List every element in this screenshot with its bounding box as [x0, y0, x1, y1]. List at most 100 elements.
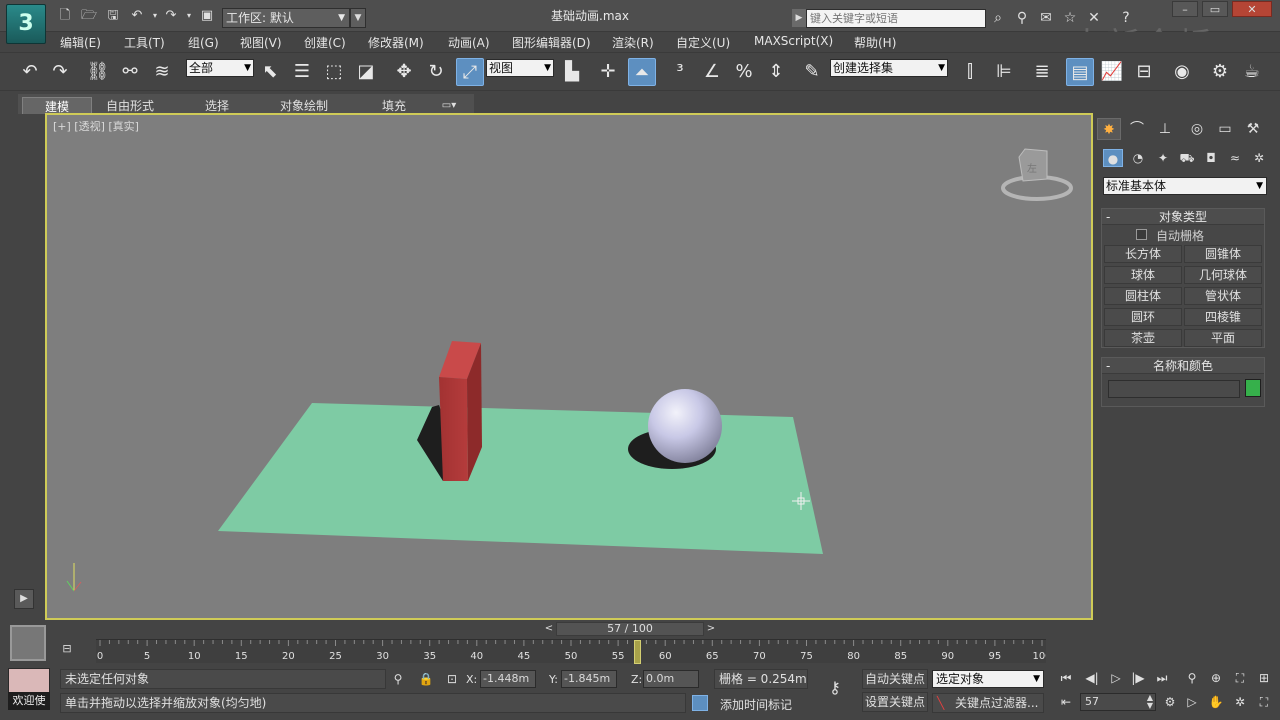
go-to-end-icon[interactable]: ⏭ [1152, 669, 1172, 687]
render-teapot-icon[interactable]: ☕ [1238, 58, 1266, 86]
maxscript-label[interactable]: 欢迎使 [8, 692, 50, 710]
workspace-menu-button[interactable]: ▼ [350, 8, 366, 28]
mini-curve-editor-icon[interactable]: ⊟ [58, 642, 76, 658]
create-panel-tab[interactable]: ✸ [1097, 118, 1121, 140]
absolute-mode-icon[interactable]: ⊡ [444, 671, 460, 687]
helpers-icon[interactable]: ◘ [1201, 149, 1221, 167]
perspective-viewport[interactable]: [+] [透视] [真实] 左 [47, 115, 1091, 618]
sphere-button[interactable]: 球体 [1104, 266, 1182, 284]
current-frame-field[interactable]: 57 ▲ ▼ [1080, 693, 1156, 711]
systems-icon[interactable]: ✲ [1249, 149, 1269, 167]
maximize-button[interactable]: ▭ [1202, 1, 1228, 17]
redo-icon[interactable]: ↷ [46, 58, 74, 86]
select-object-icon[interactable]: ⬉ [256, 58, 284, 86]
select-by-name-icon[interactable]: ☰ [288, 58, 316, 86]
curve-editor-icon[interactable]: 📈 [1098, 58, 1126, 86]
tube-button[interactable]: 管状体 [1184, 287, 1262, 305]
hierarchy-panel-tab[interactable]: ⊥ [1153, 118, 1177, 140]
teapot-button[interactable]: 茶壶 [1104, 329, 1182, 347]
menu-animation[interactable]: 动画(A) [448, 34, 490, 51]
menu-group[interactable]: 组(G) [188, 34, 219, 51]
field-of-view-icon[interactable]: ▷ [1182, 693, 1202, 711]
current-frame-marker[interactable] [633, 640, 641, 664]
set-key-icon[interactable]: ⚷ [818, 678, 852, 702]
key-mode-toggle-icon[interactable]: ⇤ [1056, 693, 1076, 711]
keyboard-shortcut-override-icon[interactable]: ⏶ [628, 58, 656, 86]
menu-tools[interactable]: 工具(T) [124, 34, 165, 51]
previous-frame-arrow[interactable]: < [543, 623, 555, 635]
menu-modifiers[interactable]: 修改器(M) [368, 34, 424, 51]
communication-icon[interactable]: ✉ [1036, 8, 1056, 28]
mirror-icon[interactable]: ⫿ [956, 58, 984, 86]
x-coordinate-field[interactable]: -1.448m [480, 670, 536, 688]
object-category-select[interactable]: 标准基本体 ▼ [1103, 177, 1267, 195]
cylinder-button[interactable]: 圆柱体 [1104, 287, 1182, 305]
zoom-all-icon[interactable]: ⊕ [1206, 669, 1226, 687]
maximize-viewport-icon[interactable]: ⛶ [1254, 693, 1274, 711]
display-panel-tab[interactable]: ▭ [1213, 118, 1237, 140]
object-color-swatch[interactable] [1245, 379, 1261, 397]
box-button[interactable]: 长方体 [1104, 245, 1182, 263]
scale-icon[interactable]: ⤢ [456, 58, 484, 86]
time-tag-icon[interactable] [692, 695, 708, 711]
render-setup-icon[interactable]: ⚙ [1206, 58, 1234, 86]
selection-filter-select[interactable]: 全部 ▼ [186, 59, 254, 77]
selection-lock-icon[interactable]: 🔒 [418, 671, 434, 687]
frame-spinner-icon[interactable]: ▲ ▼ [1147, 694, 1153, 710]
search-expand-button[interactable]: ▶ [792, 9, 806, 27]
redo-icon[interactable]: ↷ [162, 8, 180, 24]
motion-panel-tab[interactable]: ◎ [1185, 118, 1209, 140]
menu-help[interactable]: 帮助(H) [854, 34, 896, 51]
menu-create[interactable]: 创建(C) [304, 34, 346, 51]
previous-frame-icon[interactable]: ◀| [1082, 669, 1102, 687]
close-button[interactable]: ✕ [1232, 1, 1272, 17]
named-selection-set-select[interactable]: 创建选择集 ▼ [830, 59, 948, 77]
menu-graph-editors[interactable]: 图形编辑器(D) [512, 34, 591, 51]
next-frame-arrow[interactable]: > [705, 623, 717, 635]
scene-explorer-icon[interactable]: ▤ [1066, 58, 1094, 86]
time-configuration-icon[interactable]: ⚙ [1160, 693, 1180, 711]
object-type-rollout-header[interactable]: - 对象类型 [1102, 209, 1264, 225]
add-time-tag[interactable]: 添加时间标记 [720, 696, 792, 713]
zoom-icon[interactable]: ⚲ [1182, 669, 1202, 687]
new-file-icon[interactable]: 🗋 [56, 8, 74, 24]
undo-icon[interactable]: ↶ [128, 8, 146, 24]
rectangle-selection-icon[interactable]: ⬚ [320, 58, 348, 86]
window-crossing-icon[interactable]: ◪ [352, 58, 380, 86]
cameras-icon[interactable]: ⛟ [1177, 149, 1197, 167]
pivot-center-icon[interactable]: ▙ [558, 58, 586, 86]
material-editor-icon[interactable]: ◉ [1168, 58, 1196, 86]
menu-customize[interactable]: 自定义(U) [676, 34, 730, 51]
key-selection-set-select[interactable]: 选定对象 ▼ [932, 670, 1044, 688]
link-icon[interactable]: ⛓ [84, 58, 112, 86]
menu-views[interactable]: 视图(V) [240, 34, 282, 51]
schematic-view-icon[interactable]: ⊟ [1130, 58, 1158, 86]
zoom-extents-icon[interactable]: ⛶ [1230, 669, 1250, 687]
align-icon[interactable]: ⊫ [990, 58, 1018, 86]
mini-viewport-thumbnail[interactable] [10, 625, 46, 661]
save-file-icon[interactable]: 🖫 [104, 8, 122, 24]
go-to-start-icon[interactable]: ⏮ [1056, 669, 1076, 687]
plane-button[interactable]: 平面 [1184, 329, 1262, 347]
search-input[interactable] [806, 9, 986, 28]
torus-button[interactable]: 圆环 [1104, 308, 1182, 326]
spinner-snap-icon[interactable]: ⇕ [762, 58, 790, 86]
unlink-icon[interactable]: ⚯ [116, 58, 144, 86]
rotate-icon[interactable]: ↻ [422, 58, 450, 86]
box-object[interactable] [439, 377, 468, 481]
auto-key-button[interactable]: 自动关键点 [862, 669, 928, 689]
menu-rendering[interactable]: 渲染(R) [612, 34, 654, 51]
set-key-button[interactable]: 设置关键点 [862, 692, 928, 712]
redo-dropdown-icon[interactable]: ▾ [180, 8, 198, 24]
utilities-panel-tab[interactable]: ⚒ [1241, 118, 1265, 140]
app-menu-button[interactable]: 3 [6, 4, 46, 44]
binoculars-icon[interactable]: ⌕ [988, 8, 1008, 28]
undo-icon[interactable]: ↶ [16, 58, 44, 86]
next-frame-icon[interactable]: |▶ [1128, 669, 1148, 687]
play-icon[interactable]: ▷ [1106, 669, 1126, 687]
modify-panel-tab[interactable]: ⌒ [1125, 118, 1149, 140]
manipulate-icon[interactable]: ✛ [594, 58, 622, 86]
name-color-rollout-header[interactable]: - 名称和颜色 [1102, 358, 1264, 374]
isolate-selection-icon[interactable]: ⚲ [390, 671, 406, 687]
minimize-button[interactable]: – [1172, 1, 1198, 17]
